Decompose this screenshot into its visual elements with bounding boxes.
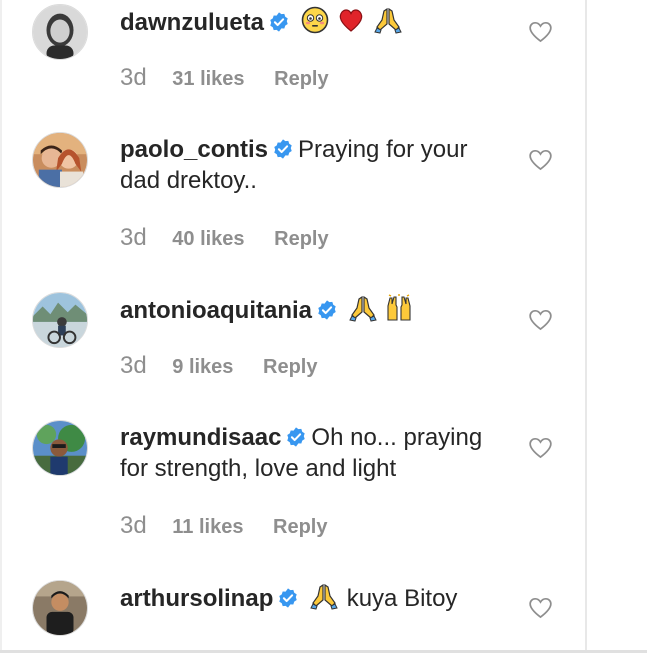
avatar[interactable]	[32, 132, 88, 188]
username[interactable]: paolo_contis	[120, 136, 268, 163]
verified-badge-icon	[268, 11, 290, 33]
comments-panel: dawnzulueta 3d 31 likes Reply paolo_cont…	[0, 0, 587, 653]
username[interactable]: raymundisaac	[120, 424, 281, 451]
verified-badge-icon	[272, 138, 294, 160]
red-heart-icon	[337, 6, 365, 34]
comment-meta: 3d 31 likes Reply	[120, 64, 329, 94]
heart-outline-icon[interactable]	[529, 597, 552, 619]
timestamp[interactable]: 3d	[120, 352, 147, 379]
comment-body: kuya Bitoy	[346, 585, 458, 612]
flushed-face-icon	[301, 6, 329, 34]
heart-outline-icon[interactable]	[529, 149, 552, 171]
heart-outline-icon[interactable]	[529, 21, 552, 43]
comment-text: antonioaquitania	[120, 294, 500, 326]
username[interactable]: arthursolinap	[120, 585, 273, 612]
avatar[interactable]	[32, 580, 88, 636]
comment-meta: 3d 11 likes Reply	[120, 512, 327, 542]
likes-count[interactable]: 11 likes	[172, 516, 243, 538]
timestamp[interactable]: 3d	[120, 224, 147, 251]
reply-button[interactable]: Reply	[263, 356, 317, 378]
timestamp[interactable]: 3d	[120, 64, 147, 91]
timestamp[interactable]: 3d	[120, 512, 147, 539]
likes-count[interactable]: 31 likes	[172, 68, 244, 90]
heart-outline-icon[interactable]	[529, 437, 552, 459]
reply-button[interactable]: Reply	[274, 228, 328, 250]
verified-badge-icon	[277, 587, 299, 609]
comments-page: dawnzulueta 3d 31 likes Reply paolo_cont…	[0, 0, 647, 653]
folded-hands-icon	[310, 582, 338, 610]
avatar[interactable]	[32, 4, 88, 60]
comment-text: raymundisaac Oh no... praying for strengt…	[120, 422, 500, 484]
heart-outline-icon[interactable]	[529, 309, 552, 331]
verified-badge-icon	[285, 426, 307, 448]
folded-hands-icon	[348, 294, 377, 322]
comment-text: arthursolinap kuya Bitoy	[120, 582, 500, 614]
username[interactable]: dawnzulueta	[120, 9, 264, 36]
raising-hands-icon	[385, 294, 413, 322]
likes-count[interactable]: 40 likes	[172, 228, 244, 250]
comment-text: paolo_contis Praying for your dad drektoy…	[120, 134, 500, 196]
comment-meta: 3d 9 likes Reply	[120, 352, 317, 382]
likes-count[interactable]: 9 likes	[172, 356, 233, 378]
comment-meta: 3d 40 likes Reply	[120, 224, 329, 254]
folded-hands-icon	[374, 6, 402, 34]
verified-badge-icon	[316, 299, 338, 321]
reply-button[interactable]: Reply	[274, 68, 328, 90]
username[interactable]: antonioaquitania	[120, 297, 312, 324]
reply-button[interactable]: Reply	[273, 516, 327, 538]
comment-text: dawnzulueta	[120, 6, 500, 38]
avatar[interactable]	[32, 292, 88, 348]
avatar[interactable]	[32, 420, 88, 476]
